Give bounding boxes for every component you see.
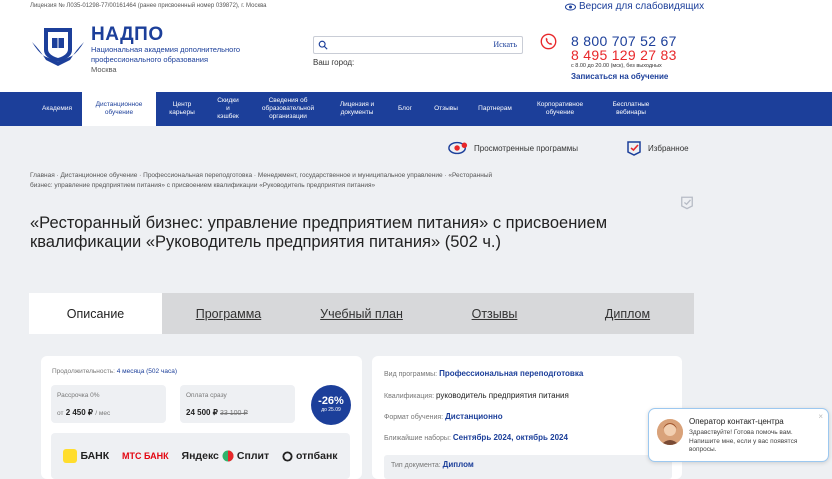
brand-subtitle: Национальная академия дополнительного пр…	[91, 45, 241, 64]
detail-next-intake: Ближайшие наборы: Сентябрь 2024, октябрь…	[384, 433, 568, 442]
breadcrumb[interactable]: Главная · Дистанционное обучение · Профе…	[30, 171, 510, 191]
full-payment-value: 24 500 ₽	[186, 408, 218, 417]
full-payment-label: Оплата сразу	[186, 392, 227, 399]
detail-format: Формат обучения: Дистанционно	[384, 412, 503, 421]
operator-photo-icon	[657, 419, 683, 445]
detail-type: Вид программы: Профессиональная переподг…	[384, 369, 583, 378]
brand-city: Москва	[91, 65, 117, 74]
favorites-label: Избранное	[648, 143, 689, 153]
favorites-icon	[627, 141, 641, 156]
nav-partners[interactable]: Партнерам	[468, 92, 522, 126]
phone-moscow[interactable]: 8 495 129 27 83	[571, 47, 677, 63]
nav-discounts[interactable]: Скидки и кэшбек	[208, 92, 248, 126]
chat-message: Здравствуйте! Готова помочь вам. Напишит…	[689, 429, 798, 453]
otp-logo-icon	[282, 450, 293, 462]
bank-split-label: Сплит	[236, 450, 270, 462]
add-to-favorites-icon[interactable]	[680, 195, 694, 210]
discount-until: до 25.09	[321, 407, 341, 413]
split-logo-icon	[222, 450, 234, 462]
installment-price: от 2 450 ₽ / мес	[57, 408, 110, 417]
eye-icon	[448, 141, 468, 155]
program-details-card: Вид программы: Профессиональная переподг…	[372, 356, 682, 479]
nav-academy[interactable]: Академия	[32, 92, 82, 126]
document-type-box: Тип документа: Диплом	[384, 455, 672, 479]
tab-program[interactable]: Программа	[162, 293, 295, 334]
tab-description[interactable]: Описание	[29, 293, 162, 334]
brand-name[interactable]: НАДПО	[91, 24, 164, 46]
program-tabs: Описание Программа Учебный план Отзывы Д…	[29, 293, 694, 334]
installment-label: Рассрочка 0%	[57, 392, 100, 399]
signup-link[interactable]: Записаться на обучение	[571, 72, 668, 81]
detail-document: Тип документа: Диплом	[391, 460, 474, 469]
old-price: 33 100 ₽	[220, 410, 248, 417]
detail-next-label: Ближайшие наборы:	[384, 435, 451, 442]
site-header: Лицензия № Л035-01298-77/00161464 (ранее…	[0, 0, 832, 92]
academy-logo[interactable]	[30, 22, 86, 68]
bank-tinkoff-label: БАНК	[80, 450, 110, 462]
installment-box[interactable]: Рассрочка 0% от 2 450 ₽ / мес	[51, 385, 166, 423]
detail-doc-value[interactable]: Диплом	[443, 460, 474, 469]
favorites-link[interactable]: Избранное	[626, 140, 689, 156]
nav-org-info[interactable]: Сведения об образовательной организации	[248, 92, 328, 126]
nav-distance-learning[interactable]: Дистанционное обучение	[82, 92, 156, 126]
full-payment-price: 24 500 ₽ 33 100 ₽	[186, 408, 248, 417]
detail-qual-label: Квалификация:	[384, 393, 435, 400]
nav-career-center[interactable]: Центр карьеры	[156, 92, 208, 126]
detail-type-label: Вид программы:	[384, 371, 438, 378]
nav-reviews[interactable]: Отзывы	[424, 92, 468, 126]
operator-avatar	[657, 419, 683, 445]
working-hours: с 8.00 до 20.00 (мск), без выходных	[571, 63, 662, 69]
nav-corporate[interactable]: Корпоративное обучение	[522, 92, 598, 126]
bank-yandex-split[interactable]: Яндекс Сплит	[182, 450, 270, 462]
nav-webinars[interactable]: Бесплатные вебинары	[598, 92, 664, 126]
accessibility-label: Версия для слабовидящих	[579, 1, 705, 12]
bank-mts[interactable]: МТС БАНК	[122, 451, 169, 461]
bank-yandex-label: Яндекс	[181, 450, 219, 462]
detail-format-value: Дистанционно	[445, 412, 503, 421]
phone-icon	[540, 33, 557, 50]
duration-value: 4 месяца (502 часа)	[116, 368, 177, 375]
chat-operator-name: Оператор контакт-центра	[689, 417, 784, 426]
tab-curriculum[interactable]: Учебный план	[295, 293, 428, 334]
search-icon	[318, 40, 328, 50]
installment-prefix: от	[57, 410, 64, 417]
installment-suffix: / мес	[95, 410, 111, 417]
viewed-programs-link[interactable]: Просмотренные программы	[448, 141, 578, 155]
nav-blog[interactable]: Блог	[386, 92, 424, 126]
accessibility-link[interactable]: Версия для слабовидящих	[565, 1, 704, 12]
chat-popup[interactable]: Оператор контакт-центра Здравствуйте! Го…	[648, 408, 829, 462]
pricing-card: Продолжительность: 4 месяца (502 часа) Р…	[41, 356, 362, 479]
detail-next-value: Сентябрь 2024, октябрь 2024	[452, 433, 568, 442]
full-payment-box[interactable]: Оплата сразу 24 500 ₽ 33 100 ₽	[180, 385, 295, 423]
tab-reviews[interactable]: Отзывы	[428, 293, 561, 334]
viewed-programs-label: Просмотренные программы	[474, 143, 579, 153]
discount-badge: -26% до 25.09	[311, 385, 351, 425]
user-tools: Просмотренные программы Избранное	[448, 140, 689, 156]
bank-otp[interactable]: отпбанк	[282, 450, 338, 462]
bank-otp-label: отпбанк	[295, 450, 338, 462]
tinkoff-logo-icon	[63, 449, 78, 463]
license-text: Лицензия № Л035-01298-77/00161464 (ранее…	[30, 3, 267, 9]
detail-type-value[interactable]: Профессиональная переподготовка	[439, 369, 583, 378]
detail-format-label: Формат обучения:	[384, 414, 444, 421]
installment-value: 2 450 ₽	[65, 408, 94, 417]
duration: Продолжительность: 4 месяца (502 часа)	[52, 368, 177, 375]
eye-icon	[565, 3, 576, 10]
bank-partners: БАНК МТС БАНК Яндекс Сплит отпбанк	[51, 433, 350, 479]
detail-qualification: Квалификация: руководитель предприятия п…	[384, 391, 569, 400]
close-icon[interactable]: ×	[818, 412, 823, 421]
detail-qual-value: руководитель предприятия питания	[436, 391, 569, 400]
tab-diploma[interactable]: Диплом	[561, 293, 694, 334]
duration-label: Продолжительность:	[52, 368, 115, 375]
search-button[interactable]: Искать	[493, 40, 517, 49]
main-nav: Академия Дистанционное обучение Центр ка…	[0, 92, 832, 126]
your-city-label[interactable]: Ваш город:	[313, 58, 354, 67]
discount-percent: -26%	[318, 395, 344, 407]
detail-doc-label: Тип документа:	[391, 462, 441, 469]
page-title: «Ресторанный бизнес: управление предприя…	[30, 214, 608, 251]
bank-tinkoff[interactable]: БАНК	[63, 449, 109, 463]
search-box[interactable]: Искать	[313, 36, 523, 54]
bank-mts-label: МТС БАНК	[122, 451, 169, 461]
nav-license[interactable]: Лицензия и документы	[328, 92, 386, 126]
